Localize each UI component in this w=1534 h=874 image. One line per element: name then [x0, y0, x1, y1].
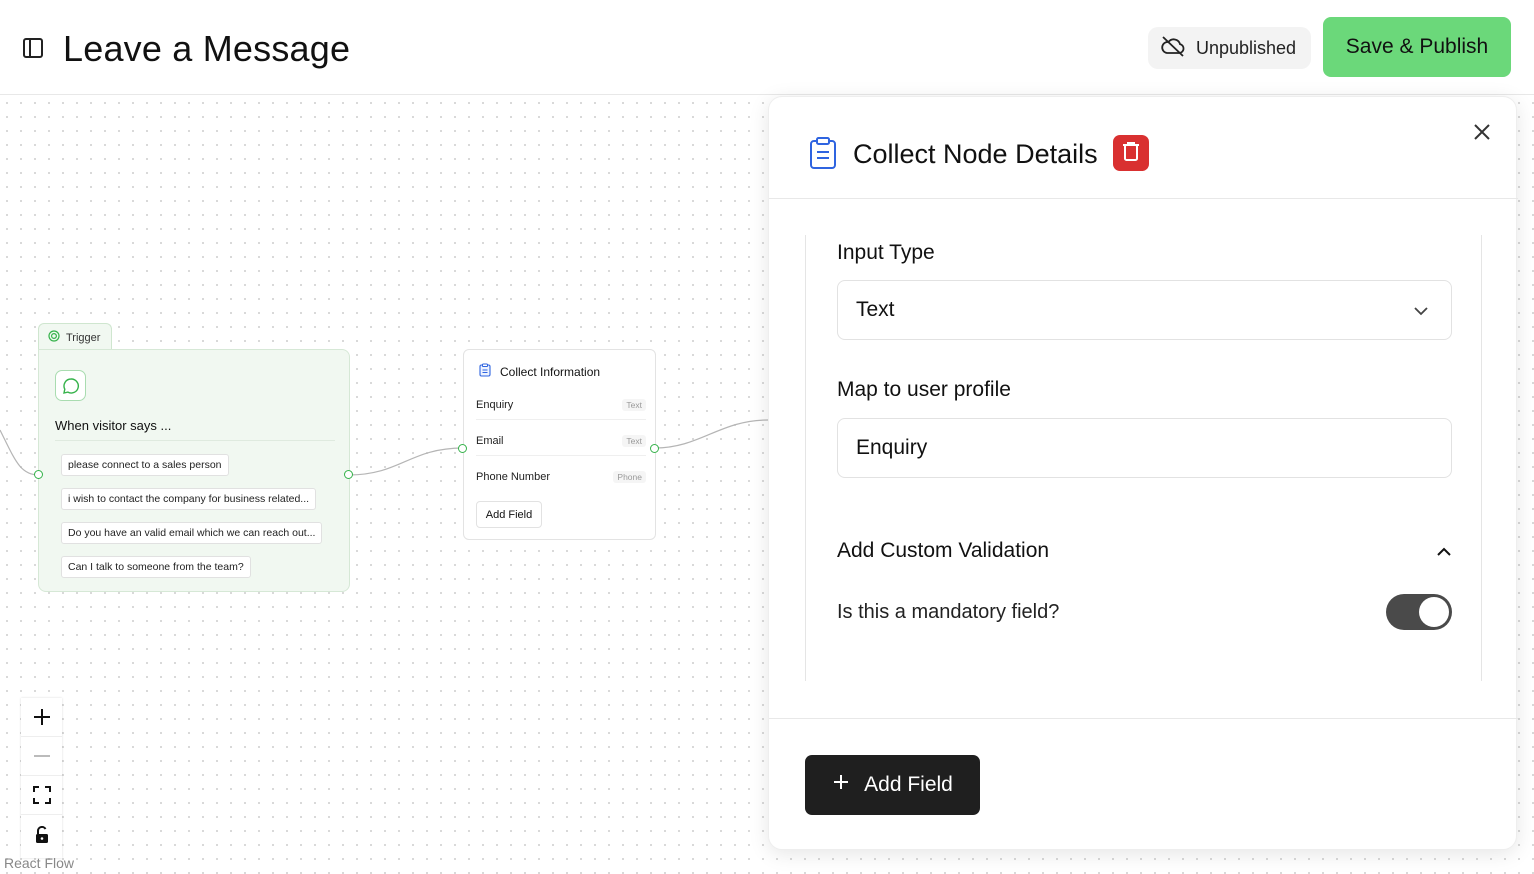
- collect-field-row[interactable]: Phone Number Phone: [476, 462, 646, 492]
- map-profile-input[interactable]: Enquiry: [837, 418, 1452, 478]
- cloud-off-icon: [1160, 35, 1186, 62]
- collect-field-row[interactable]: Email Text: [476, 426, 646, 456]
- node-add-field-button[interactable]: Add Field: [476, 501, 542, 528]
- custom-validation-label: Add Custom Validation: [837, 539, 1050, 562]
- mandatory-toggle[interactable]: [1386, 594, 1452, 630]
- panel-header: Collect Node Details: [769, 97, 1518, 199]
- custom-validation-toggle[interactable]: Add Custom Validation: [837, 539, 1452, 563]
- trash-icon: [1122, 141, 1140, 166]
- close-icon[interactable]: [1471, 121, 1493, 143]
- map-profile-label: Map to user profile: [837, 378, 1011, 401]
- fit-view-icon[interactable]: [21, 776, 62, 815]
- collect-input-handle[interactable]: [458, 444, 467, 453]
- chevron-up-icon: [1436, 539, 1452, 563]
- trigger-phrase[interactable]: Do you have an valid email which we can …: [61, 522, 323, 544]
- trigger-phrase[interactable]: i wish to contact the company for busine…: [61, 488, 317, 510]
- trigger-phrase[interactable]: please connect to a sales person: [61, 454, 229, 476]
- trigger-output-handle[interactable]: [344, 470, 353, 479]
- delete-node-button[interactable]: [1113, 135, 1149, 171]
- field-type-tag: Text: [622, 434, 646, 447]
- add-field-label: Add Field: [864, 773, 953, 796]
- clipboard-icon: [809, 137, 837, 174]
- map-profile-value: Enquiry: [856, 436, 928, 459]
- collect-node-title: Collect Information: [500, 364, 601, 379]
- toggle-knob: [1419, 597, 1449, 627]
- react-flow-attribution[interactable]: React Flow: [4, 855, 74, 871]
- sidebar-toggle-icon[interactable]: [22, 37, 44, 59]
- panel-title: Collect Node Details: [853, 139, 1098, 169]
- flow-controls: [21, 698, 62, 858]
- field-name: Enquiry: [476, 398, 514, 411]
- trigger-node[interactable]: When visitor says ... please connect to …: [38, 349, 350, 592]
- divider: [55, 440, 335, 441]
- input-type-label: Input Type: [837, 241, 935, 264]
- field-settings: Input Type Text Map to user profile Enqu…: [805, 235, 1482, 681]
- top-header: Leave a Message Unpublished Save & Publi…: [0, 0, 1534, 95]
- save-publish-button[interactable]: Save & Publish: [1323, 17, 1511, 77]
- input-type-value: Text: [856, 298, 895, 321]
- collect-node-header: Collect Information: [478, 363, 600, 380]
- trigger-input-handle[interactable]: [34, 470, 43, 479]
- node-details-panel: Collect Node Details Input Type Text Map…: [768, 96, 1518, 850]
- collect-information-node[interactable]: Collect Information Enquiry Text Email T…: [463, 349, 656, 540]
- unpublished-status-button[interactable]: Unpublished: [1148, 27, 1311, 69]
- add-field-button[interactable]: Add Field: [805, 755, 980, 815]
- chevron-down-icon: [1413, 298, 1429, 322]
- trigger-tab[interactable]: Trigger: [38, 323, 112, 351]
- collect-output-handle[interactable]: [650, 444, 659, 453]
- field-type-tag: Phone: [613, 471, 646, 483]
- zoom-in-icon[interactable]: [21, 698, 62, 737]
- trigger-tab-label: Trigger: [66, 331, 101, 344]
- field-name: Phone Number: [476, 471, 550, 483]
- collect-field-row[interactable]: Enquiry Text: [476, 390, 646, 420]
- target-icon: [48, 330, 60, 345]
- field-name: Email: [476, 434, 504, 447]
- trigger-heading: When visitor says ...: [55, 418, 172, 433]
- lock-icon[interactable]: [21, 815, 62, 854]
- mandatory-label: Is this a mandatory field?: [837, 600, 1060, 623]
- page-title: Leave a Message: [63, 28, 351, 69]
- field-type-tag: Text: [622, 398, 646, 411]
- unpublished-label: Unpublished: [1196, 37, 1297, 58]
- zoom-out-icon[interactable]: [21, 737, 62, 776]
- clipboard-icon: [478, 363, 492, 380]
- trigger-phrase[interactable]: Can I talk to someone from the team?: [61, 556, 251, 578]
- input-type-select[interactable]: Text: [837, 280, 1452, 340]
- plus-icon: [832, 773, 850, 797]
- mandatory-row: Is this a mandatory field?: [837, 592, 1452, 632]
- divider: [769, 718, 1518, 719]
- message-circle-icon: [55, 370, 86, 401]
